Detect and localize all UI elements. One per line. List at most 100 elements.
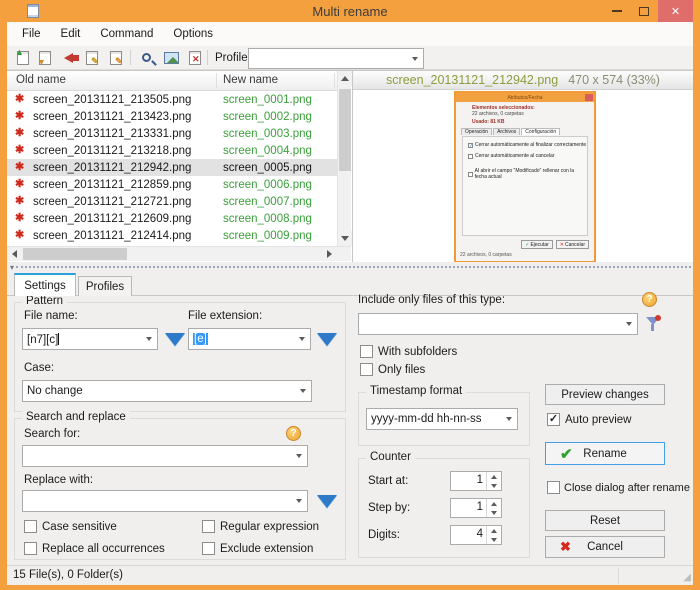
scroll-left-button[interactable] xyxy=(7,247,22,261)
preview-document-button[interactable] xyxy=(136,48,156,67)
undo-rename-button[interactable] xyxy=(58,48,79,67)
help-icon[interactable]: ? xyxy=(642,292,657,307)
only-files-checkbox[interactable] xyxy=(360,363,373,376)
case-sensitive-label: Case sensitive xyxy=(42,521,117,533)
case-label: Case: xyxy=(24,362,55,374)
menu-edit[interactable]: Edit xyxy=(54,26,88,42)
chevron-down-icon[interactable] xyxy=(291,446,307,466)
exclude-extension-checkbox[interactable] xyxy=(202,542,215,555)
view-image-button[interactable] xyxy=(161,48,181,67)
image-file-icon: ✱ xyxy=(15,93,25,105)
rename-button[interactable]: ✔ Rename xyxy=(545,442,665,465)
rename-edit-button[interactable]: ✎ xyxy=(106,48,126,67)
step-by-value: 1 xyxy=(476,501,483,513)
spin-down-icon[interactable] xyxy=(487,508,501,517)
image-file-icon: ✱ xyxy=(15,110,25,122)
image-file-icon: ✱ xyxy=(15,161,25,173)
file-row[interactable]: ✱ screen_20131121_212859.png screen_0006.p… xyxy=(7,176,337,193)
save-profile-button[interactable]: ▼ xyxy=(35,48,55,67)
rename-lock-button[interactable]: ✎ xyxy=(82,48,102,67)
spin-down-icon[interactable] xyxy=(487,481,501,490)
file-extension-value: [e] xyxy=(193,333,208,345)
menu-file[interactable]: File xyxy=(15,26,48,42)
regular-expression-checkbox[interactable] xyxy=(202,520,215,533)
old-name-cell: screen_20131121_213218.png xyxy=(33,144,192,157)
tab-profiles[interactable]: Profiles xyxy=(78,276,132,296)
reset-button[interactable]: Reset xyxy=(545,510,665,531)
digits-spinner[interactable]: 4 xyxy=(450,525,502,545)
search-for-combobox[interactable] xyxy=(22,445,308,467)
chevron-down-icon[interactable] xyxy=(291,491,307,511)
chevron-down-icon[interactable] xyxy=(141,329,157,349)
file-name-pattern-menu-button[interactable] xyxy=(165,333,185,346)
scroll-right-button[interactable] xyxy=(322,247,337,261)
replace-with-label: Replace with: xyxy=(24,474,94,486)
menu-command[interactable]: Command xyxy=(93,26,160,42)
maximize-button[interactable] xyxy=(631,0,657,22)
x-icon: ✖ xyxy=(560,539,571,554)
chevron-down-icon[interactable] xyxy=(295,381,311,401)
file-row[interactable]: ✱ screen_20131121_212721.png screen_0007.p… xyxy=(7,193,337,210)
help-icon[interactable]: ? xyxy=(286,426,301,441)
timestamp-format-value: yyyy-mm-dd hh-nn-ss xyxy=(371,413,482,425)
file-row[interactable]: ✱ screen_20131121_213505.png screen_0001.p… xyxy=(7,91,337,108)
cancel-button[interactable]: ✖ Cancel xyxy=(545,536,665,558)
vertical-scrollbar[interactable] xyxy=(337,71,352,246)
file-extension-combobox[interactable]: [e] xyxy=(188,328,311,350)
vertical-scroll-thumb[interactable] xyxy=(339,89,351,171)
rename-edit-icon: ✎ xyxy=(110,50,123,65)
filter-icon[interactable] xyxy=(645,315,661,333)
replace-all-checkbox[interactable] xyxy=(24,542,37,555)
minimize-button[interactable] xyxy=(604,0,630,22)
open-profile-button[interactable]: ▲ xyxy=(13,47,33,67)
preview-header: screen_20131121_212942.png 470 x 574 (33… xyxy=(353,71,693,90)
file-row[interactable]: ✱ screen_20131121_212414.png screen_0009.p… xyxy=(7,227,337,244)
replace-with-combobox[interactable] xyxy=(22,490,308,512)
splitter-collapse-icon[interactable]: ▾ xyxy=(10,263,14,272)
toolbar-separator xyxy=(130,50,131,65)
profile-combobox[interactable] xyxy=(248,48,424,69)
file-row[interactable]: ✱ screen_20131121_213331.png screen_0003.p… xyxy=(7,125,337,142)
file-row[interactable]: ✱ screen_20131121_213218.png screen_0004.p… xyxy=(7,142,337,159)
chevron-down-icon[interactable] xyxy=(501,409,517,429)
with-subfolders-checkbox[interactable] xyxy=(360,345,373,358)
file-row[interactable]: ✱ screen_20131121_212609.png screen_0008.p… xyxy=(7,210,337,227)
include-files-combobox[interactable] xyxy=(358,313,638,335)
case-combobox[interactable]: No change xyxy=(22,380,312,402)
chevron-down-icon[interactable] xyxy=(294,329,310,349)
column-old-name[interactable]: Old name xyxy=(16,74,66,86)
new-name-cell: screen_0006.png xyxy=(223,178,312,191)
step-by-spinner[interactable]: 1 xyxy=(450,498,502,518)
chevron-down-icon[interactable] xyxy=(621,314,637,334)
spin-down-icon[interactable] xyxy=(487,535,501,544)
close-button[interactable]: ✕ xyxy=(658,0,693,22)
column-new-name[interactable]: New name xyxy=(223,74,278,86)
timestamp-format-combobox[interactable]: yyyy-mm-dd hh-nn-ss xyxy=(366,408,518,430)
splitter-handle[interactable]: ▾ xyxy=(7,262,693,272)
spin-up-icon[interactable] xyxy=(487,526,501,535)
auto-preview-checkbox[interactable]: ✓ xyxy=(547,413,560,426)
file-extension-pattern-menu-button[interactable] xyxy=(317,333,337,346)
file-row[interactable]: ✱ screen_20131121_212942.png screen_0005.p… xyxy=(7,159,337,176)
spin-up-icon[interactable] xyxy=(487,499,501,508)
file-name-combobox[interactable]: [n7][c] xyxy=(22,328,158,350)
spin-up-icon[interactable] xyxy=(487,472,501,481)
scroll-down-button[interactable] xyxy=(338,231,352,246)
menu-options[interactable]: Options xyxy=(166,26,220,42)
auto-preview-label: Auto preview xyxy=(565,414,632,426)
start-at-spinner[interactable]: 1 xyxy=(450,471,502,491)
image-file-icon: ✱ xyxy=(15,195,25,207)
error-log-button[interactable]: ✕ xyxy=(185,48,205,67)
scroll-up-button[interactable] xyxy=(338,71,352,86)
resize-grip[interactable]: ◢ xyxy=(683,572,691,583)
close-after-rename-checkbox[interactable] xyxy=(547,481,560,494)
new-name-cell: screen_0008.png xyxy=(223,212,312,225)
tab-settings[interactable]: Settings xyxy=(14,273,76,296)
preview-changes-button[interactable]: Preview changes xyxy=(545,384,665,405)
horizontal-scroll-thumb[interactable] xyxy=(23,248,127,260)
horizontal-scrollbar[interactable] xyxy=(7,246,351,261)
chevron-down-icon[interactable] xyxy=(407,49,423,68)
replace-pattern-menu-button[interactable] xyxy=(317,495,337,508)
case-sensitive-checkbox[interactable] xyxy=(24,520,37,533)
file-row[interactable]: ✱ screen_20131121_213423.png screen_0002.p… xyxy=(7,108,337,125)
